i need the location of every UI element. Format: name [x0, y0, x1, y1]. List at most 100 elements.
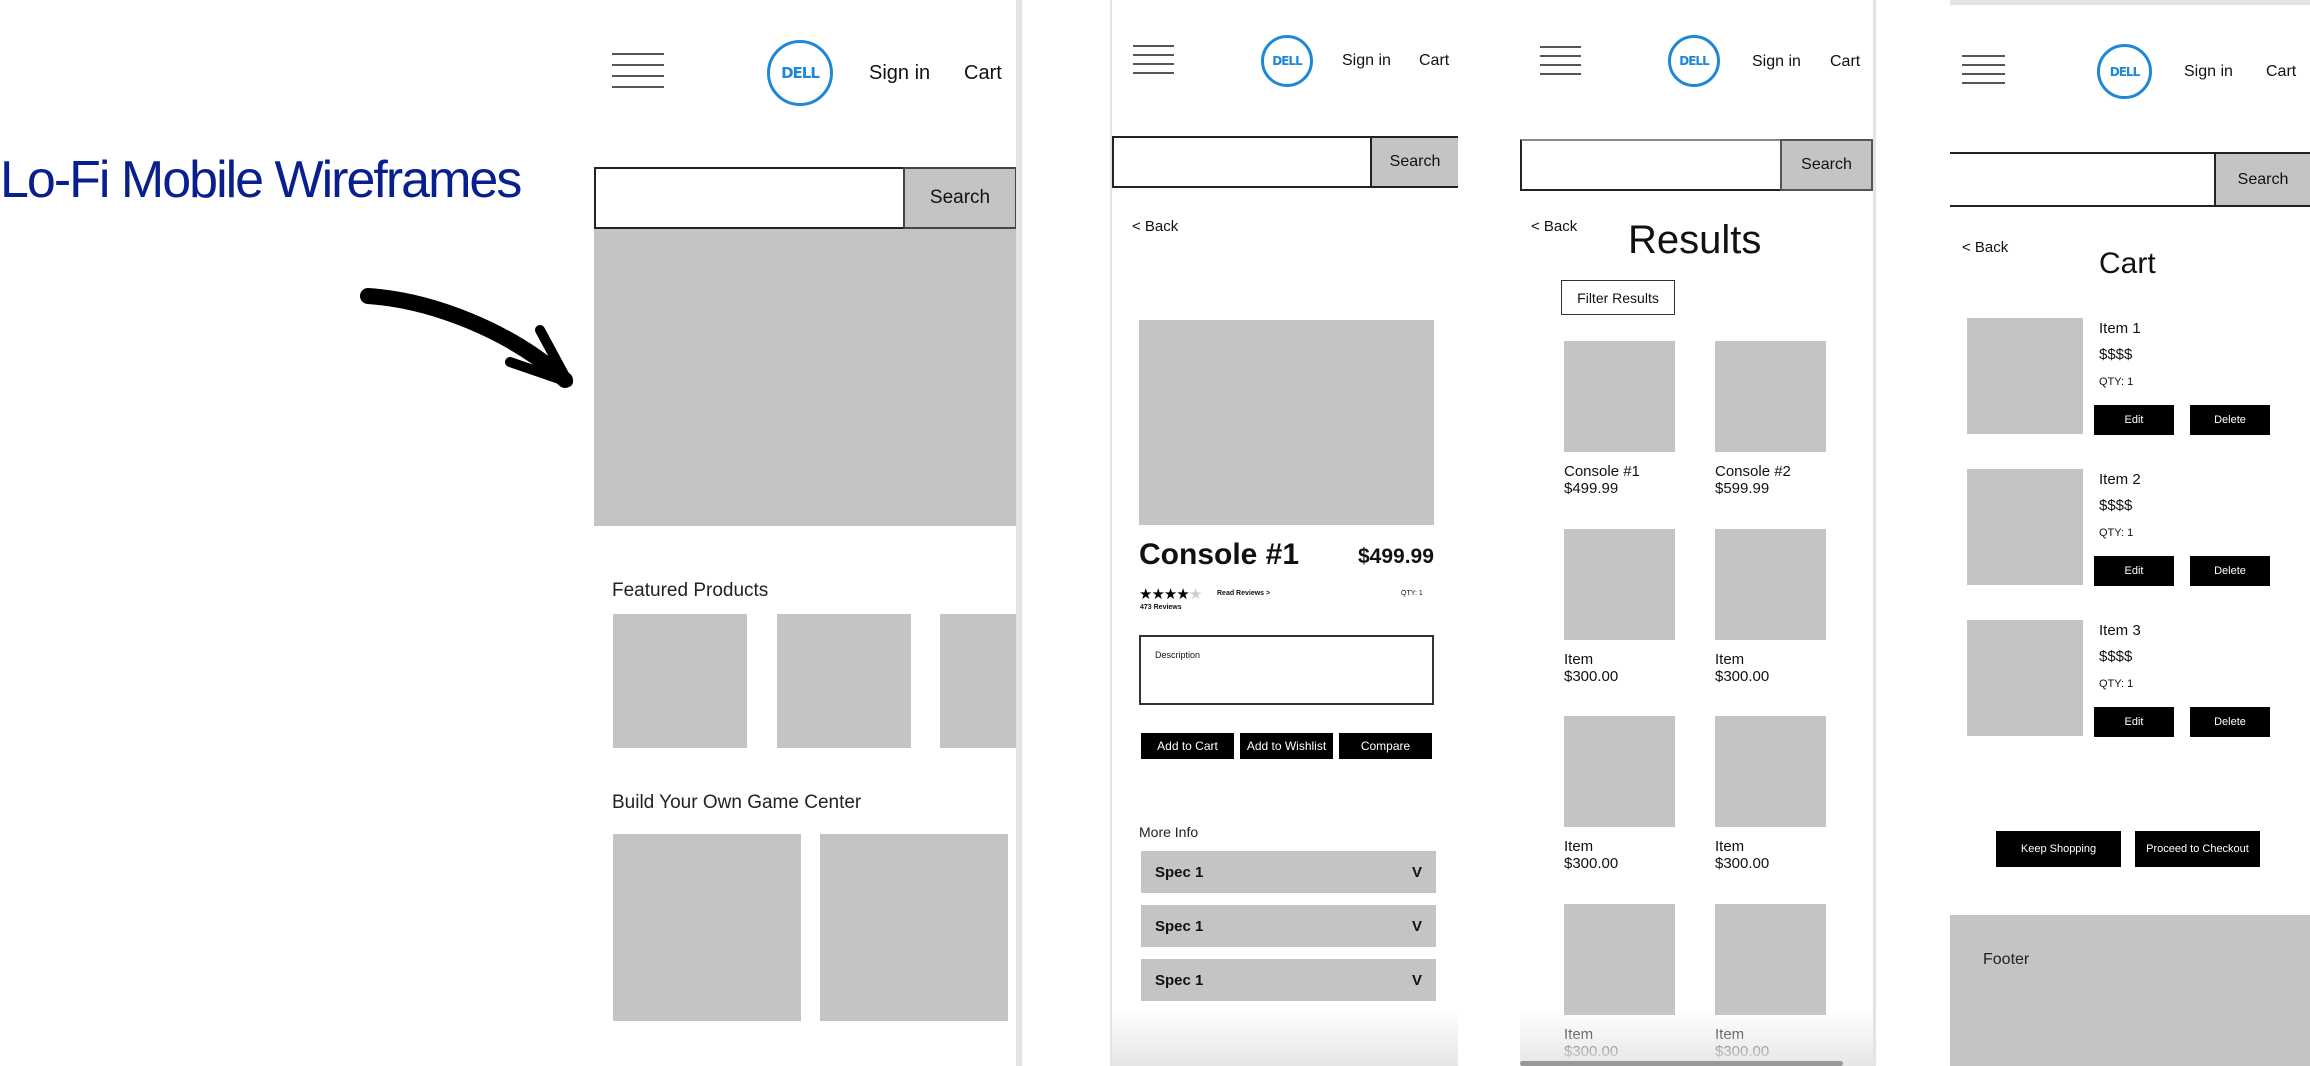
result-image[interactable]: [1564, 341, 1675, 452]
hamburger-icon[interactable]: [1133, 45, 1174, 75]
result-name[interactable]: Item: [1715, 651, 1744, 668]
back-link[interactable]: < Back: [1132, 218, 1178, 235]
cart-item-image: [1967, 620, 2083, 736]
cart-link[interactable]: Cart: [2266, 63, 2296, 81]
sign-in-link[interactable]: Sign in: [2184, 63, 2233, 81]
featured-products-heading: Featured Products: [612, 580, 769, 601]
delete-button[interactable]: Delete: [2190, 405, 2270, 435]
search-input[interactable]: [1112, 136, 1370, 188]
search-button[interactable]: Search: [903, 167, 1017, 229]
search-button[interactable]: Search: [2214, 152, 2310, 207]
chevron-down-icon: V: [1411, 863, 1422, 881]
sign-in-link[interactable]: Sign in: [1752, 53, 1801, 71]
description-label: Description: [1155, 650, 1201, 660]
dell-logo[interactable]: DELL: [1668, 35, 1720, 87]
star-filled-icon: ★: [1163, 586, 1177, 603]
cart-item-price: $$$$: [2099, 648, 2133, 665]
hamburger-icon[interactable]: [612, 53, 664, 89]
cart-item-qty[interactable]: QTY: 1: [2099, 376, 2133, 388]
edit-button[interactable]: Edit: [2094, 405, 2174, 435]
build-game-center-heading: Build Your Own Game Center: [612, 792, 862, 813]
cart-link[interactable]: Cart: [1830, 53, 1860, 71]
search-input[interactable]: [1950, 152, 2214, 207]
product-image: [1139, 320, 1434, 525]
compare-button[interactable]: Compare: [1339, 733, 1432, 759]
spec-label: Spec 1: [1155, 863, 1204, 881]
result-price: $300.00: [1715, 668, 1770, 685]
chevron-down-icon: V: [1411, 971, 1422, 989]
dell-logo[interactable]: DELL: [1261, 35, 1313, 87]
proceed-to-checkout-button[interactable]: Proceed to Checkout: [2135, 831, 2260, 867]
result-image[interactable]: [1564, 716, 1675, 827]
filter-results-button[interactable]: Filter Results: [1561, 280, 1675, 315]
sign-in-link[interactable]: Sign in: [1342, 52, 1391, 70]
cart-link[interactable]: Cart: [1419, 52, 1449, 70]
search-input[interactable]: [1520, 139, 1780, 191]
star-filled-icon: ★: [1176, 586, 1189, 603]
result-image[interactable]: [1715, 341, 1826, 452]
horizontal-scrollbar[interactable]: [1520, 1061, 1843, 1066]
star-filled-icon: ★: [1151, 586, 1164, 603]
chevron-down-icon: V: [1411, 917, 1422, 935]
result-name[interactable]: Item: [1715, 838, 1744, 855]
spec-label: Spec 1: [1155, 917, 1204, 935]
search-button[interactable]: Search: [1780, 139, 1873, 191]
cart-item-qty[interactable]: QTY: 1: [2099, 527, 2133, 539]
result-image[interactable]: [1715, 529, 1826, 640]
top-edge: [1950, 0, 2310, 5]
cart-item-image: [1967, 318, 2083, 434]
featured-product[interactable]: [777, 614, 911, 748]
spec-accordion[interactable]: Spec 1 V: [1141, 959, 1436, 1001]
edit-button[interactable]: Edit: [2094, 707, 2174, 737]
result-name[interactable]: Item: [1564, 651, 1593, 668]
hamburger-icon[interactable]: [1540, 46, 1581, 76]
search-button[interactable]: Search: [1370, 136, 1458, 188]
sign-in-link[interactable]: Sign in: [869, 62, 930, 85]
footer-label: Footer: [1983, 951, 2030, 968]
keep-shopping-button[interactable]: Keep Shopping: [1996, 831, 2121, 867]
result-price: $300.00: [1564, 855, 1619, 872]
add-to-cart-button[interactable]: Add to Cart: [1141, 733, 1234, 759]
spec-accordion[interactable]: Spec 1 V: [1141, 905, 1436, 947]
quantity[interactable]: QTY: 1: [1401, 590, 1423, 597]
cart-link[interactable]: Cart: [964, 62, 1002, 85]
hero-banner[interactable]: [594, 229, 1017, 526]
back-link[interactable]: < Back: [1531, 218, 1577, 235]
spec-accordion[interactable]: Spec 1 V: [1141, 851, 1436, 893]
star-empty-icon: ★: [1188, 586, 1202, 603]
panel-divider: [1016, 0, 1022, 1066]
page-title: Lo-Fi Mobile Wireframes: [0, 151, 522, 209]
cart-item-name: Item 1: [2099, 320, 2141, 337]
product-price: $499.99: [1358, 545, 1434, 568]
panel-edge: [1873, 0, 1876, 1066]
dell-logo[interactable]: DELL: [767, 40, 833, 106]
delete-button[interactable]: Delete: [2190, 707, 2270, 737]
hamburger-icon[interactable]: [1962, 55, 2005, 85]
cart-item-qty[interactable]: QTY: 1: [2099, 678, 2133, 690]
featured-product[interactable]: [940, 614, 1017, 748]
build-option[interactable]: [613, 834, 801, 1021]
result-image[interactable]: [1564, 904, 1675, 1015]
result-image[interactable]: [1564, 529, 1675, 640]
result-name[interactable]: Item: [1564, 838, 1593, 855]
result-price: $300.00: [1715, 855, 1770, 872]
result-image[interactable]: [1715, 716, 1826, 827]
read-reviews-link[interactable]: Read Reviews >: [1217, 590, 1270, 597]
result-name[interactable]: Console #1: [1564, 463, 1640, 480]
review-count: 473 Reviews: [1140, 604, 1182, 611]
cart-item-name: Item 3: [2099, 622, 2141, 639]
back-link[interactable]: < Back: [1962, 239, 2008, 256]
dell-logo[interactable]: DELL: [2097, 44, 2152, 99]
edit-button[interactable]: Edit: [2094, 556, 2174, 586]
build-option[interactable]: [820, 834, 1008, 1021]
cart-item-name: Item 2: [2099, 471, 2141, 488]
search-input[interactable]: [594, 167, 904, 229]
featured-product[interactable]: [613, 614, 747, 748]
add-to-wishlist-button[interactable]: Add to Wishlist: [1240, 733, 1333, 759]
result-image[interactable]: [1715, 904, 1826, 1015]
result-price: $599.99: [1715, 480, 1770, 497]
result-name[interactable]: Console #2: [1715, 463, 1791, 480]
delete-button[interactable]: Delete: [2190, 556, 2270, 586]
cart-item-price: $$$$: [2099, 346, 2133, 363]
scroll-fade: [1520, 1010, 1873, 1066]
